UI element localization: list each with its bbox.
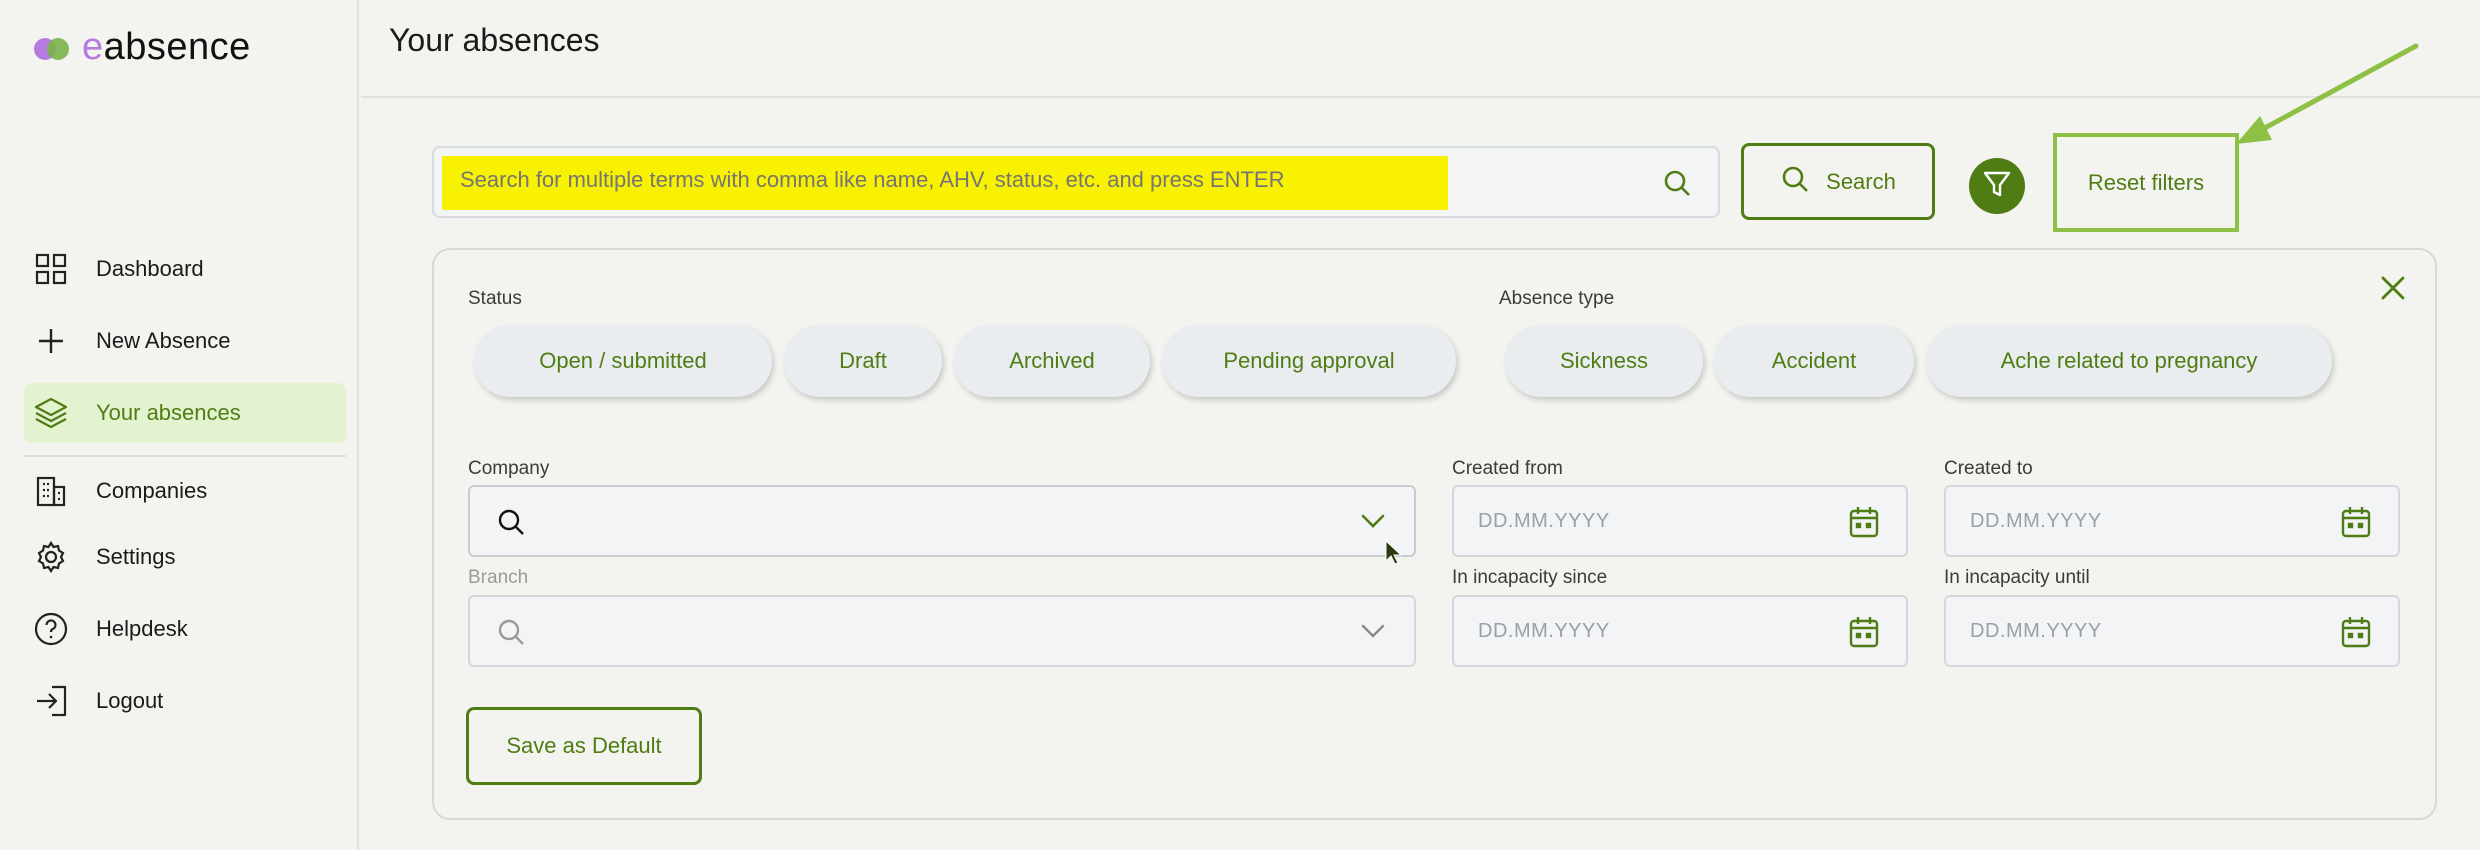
company-label: Company [468, 458, 550, 479]
top-bar: Your absences [361, 0, 2480, 98]
sidebar-item-label: Companies [96, 478, 208, 503]
search-icon [496, 617, 526, 652]
created-to-field[interactable]: DD.MM.YYYY [1944, 485, 2400, 557]
search-field[interactable] [432, 146, 1720, 218]
search-input[interactable] [458, 166, 1458, 194]
incapacity-until-field[interactable]: DD.MM.YYYY [1944, 595, 2400, 667]
status-chip-draft[interactable]: Draft [784, 325, 942, 397]
grid-icon [34, 252, 68, 286]
sidebar-item-logout[interactable]: Logout [24, 671, 346, 731]
reset-filters-button[interactable]: Reset filters [2053, 133, 2239, 232]
sidebar-item-label: Settings [96, 544, 176, 569]
absence-type-label: Absence type [1499, 288, 1615, 309]
sidebar: eabsence Dashboard New Absence Your abse… [0, 0, 359, 850]
layers-icon [34, 396, 68, 430]
chevron-down-icon[interactable] [1360, 511, 1386, 536]
incapacity-since-field[interactable]: DD.MM.YYYY [1452, 595, 1908, 667]
date-placeholder: DD.MM.YYYY [1478, 510, 1610, 532]
status-chip-open[interactable]: Open / submitted [474, 325, 772, 397]
logout-icon [34, 684, 68, 718]
status-chip-pending-approval[interactable]: Pending approval [1162, 325, 1456, 397]
sidebar-item-dashboard[interactable]: Dashboard [24, 239, 346, 299]
sidebar-item-settings[interactable]: Settings [24, 527, 346, 587]
filter-toggle-button[interactable] [1969, 158, 2025, 214]
page-title: Your absences [389, 22, 600, 58]
nav-divider [24, 455, 346, 457]
status-chip-archived[interactable]: Archived [954, 325, 1150, 397]
date-placeholder: DD.MM.YYYY [1970, 620, 2102, 642]
search-icon [1780, 164, 1810, 199]
search-icon[interactable] [1662, 168, 1692, 203]
search-button-label: Search [1826, 168, 1896, 194]
calendar-icon[interactable] [2340, 615, 2372, 654]
calendar-icon[interactable] [1848, 505, 1880, 544]
annotation-arrow [2236, 43, 2419, 144]
type-chip-pregnancy[interactable]: Ache related to pregnancy [1926, 325, 2332, 397]
sidebar-item-companies[interactable]: Companies [24, 461, 346, 521]
branch-label: Branch [468, 567, 529, 588]
logo-icon [34, 35, 72, 61]
sidebar-item-helpdesk[interactable]: Helpdesk [24, 599, 346, 659]
date-placeholder: DD.MM.YYYY [1478, 620, 1610, 642]
branch-select[interactable] [468, 595, 1416, 667]
created-from-label: Created from [1452, 458, 1563, 479]
calendar-icon[interactable] [2340, 505, 2372, 544]
search-button[interactable]: Search [1741, 143, 1935, 220]
company-select[interactable] [468, 485, 1416, 557]
brand-logo[interactable]: eabsence [34, 26, 251, 69]
plus-icon [34, 324, 68, 358]
sidebar-item-new-absence[interactable]: New Absence [24, 311, 346, 371]
chevron-down-icon[interactable] [1360, 621, 1386, 646]
close-icon[interactable] [2379, 274, 2407, 307]
search-icon [496, 507, 526, 542]
incapacity-since-label: In incapacity since [1452, 567, 1608, 588]
help-circle-icon [34, 612, 68, 646]
filter-icon [1981, 168, 2013, 205]
save-as-default-button[interactable]: Save as Default [466, 707, 702, 785]
type-chip-accident[interactable]: Accident [1714, 325, 1914, 397]
sidebar-item-label: New Absence [96, 328, 231, 353]
sidebar-item-label: Helpdesk [96, 616, 188, 641]
gear-icon [34, 540, 68, 574]
building-icon [34, 474, 68, 508]
created-from-field[interactable]: DD.MM.YYYY [1452, 485, 1908, 557]
incapacity-until-label: In incapacity until [1944, 567, 2090, 588]
created-to-label: Created to [1944, 458, 2033, 479]
type-chip-sickness[interactable]: Sickness [1505, 325, 1703, 397]
sidebar-item-label: Your absences [96, 400, 241, 425]
sidebar-item-your-absences[interactable]: Your absences [24, 383, 346, 443]
date-placeholder: DD.MM.YYYY [1970, 510, 2102, 532]
calendar-icon[interactable] [1848, 615, 1880, 654]
brand-name: eabsence [82, 26, 251, 68]
sidebar-item-label: Dashboard [96, 256, 204, 281]
sidebar-item-label: Logout [96, 688, 164, 713]
mouse-cursor-icon [1385, 539, 1403, 565]
status-label: Status [468, 288, 522, 309]
